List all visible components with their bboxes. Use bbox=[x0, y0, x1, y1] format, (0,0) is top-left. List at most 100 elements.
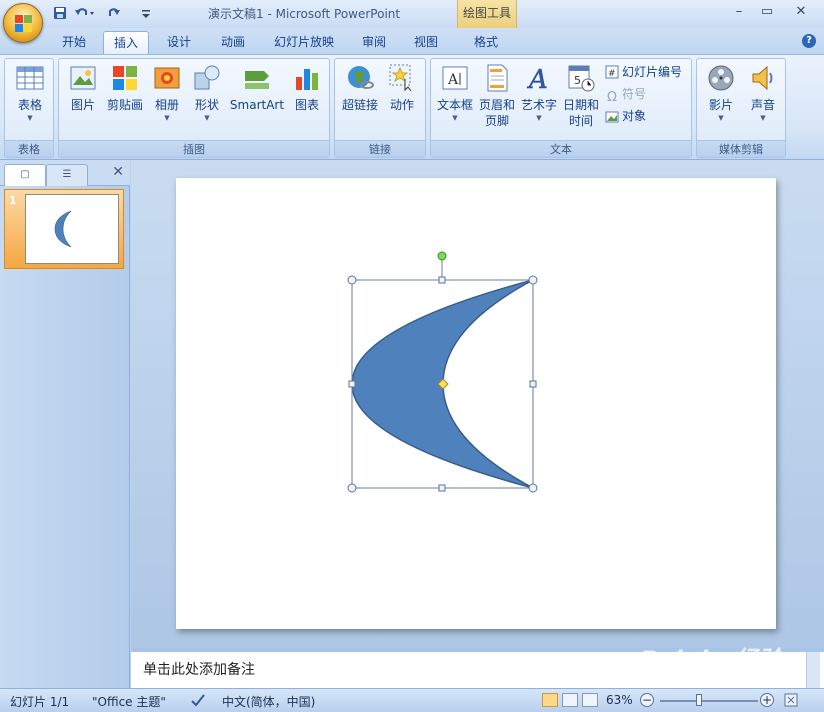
picture-button[interactable]: 图片 bbox=[65, 63, 101, 113]
object-button[interactable]: 对象 bbox=[605, 107, 646, 125]
spellcheck-icon[interactable] bbox=[190, 693, 206, 710]
rotation-handle[interactable] bbox=[437, 251, 447, 261]
slide-canvas[interactable] bbox=[176, 178, 776, 629]
group-media: 影片 ▼ 声音 ▼ 媒体剪辑 bbox=[696, 58, 786, 158]
zoom-level[interactable]: 63% bbox=[606, 693, 633, 707]
slide-number-button[interactable]: # 幻灯片编号 bbox=[605, 63, 682, 81]
zoom-out-button[interactable]: − bbox=[640, 693, 654, 707]
tab-home[interactable]: 开始 bbox=[52, 31, 96, 54]
resize-handle-w[interactable] bbox=[348, 380, 356, 388]
watermark-url: jingyan.baidu.com bbox=[690, 670, 792, 683]
speaker-icon bbox=[748, 63, 778, 93]
resize-handle-sw[interactable] bbox=[347, 483, 357, 493]
close-icon[interactable]: ✕ bbox=[112, 164, 124, 180]
zoom-in-button[interactable]: + bbox=[760, 693, 774, 707]
omega-icon: Ω bbox=[607, 90, 617, 105]
header-footer-icon bbox=[482, 63, 512, 93]
date-time-button[interactable]: 5 日期和 时间 bbox=[561, 63, 601, 129]
action-button[interactable]: 动作 bbox=[383, 63, 421, 113]
tab-slides[interactable]: ▢ bbox=[4, 164, 46, 186]
table-button[interactable]: 表格 ▼ bbox=[11, 63, 49, 123]
resize-handle-ne[interactable] bbox=[528, 275, 538, 285]
calendar-icon: 5 bbox=[566, 63, 596, 93]
hyperlink-button[interactable]: 超链接 bbox=[339, 63, 381, 113]
tab-design[interactable]: 设计 bbox=[156, 31, 202, 54]
wordart-button[interactable]: A 艺术字 ▼ bbox=[519, 63, 559, 123]
chevron-down-icon: ▼ bbox=[27, 114, 33, 122]
tab-view[interactable]: 视图 bbox=[404, 31, 448, 54]
header-footer-button[interactable]: 页眉和 页脚 bbox=[477, 63, 517, 129]
photo-album-button[interactable]: 相册 ▼ bbox=[149, 63, 185, 123]
slideshow-view-button[interactable] bbox=[582, 693, 598, 707]
customize-toolbar-icon[interactable] bbox=[138, 6, 154, 22]
movie-label: 影片 bbox=[708, 98, 733, 112]
group-illustrations: 图片 剪贴画 相册 ▼ 形状 ▼ SmartArt 图表 插图 bbox=[58, 58, 330, 158]
resize-handle-nw[interactable] bbox=[347, 275, 357, 285]
fit-to-window-icon[interactable] bbox=[784, 693, 798, 710]
maximize-button[interactable]: ▭ bbox=[754, 3, 780, 21]
tab-outline[interactable]: ☰ bbox=[46, 164, 88, 186]
shapes-icon bbox=[192, 63, 222, 93]
resize-handle-se[interactable] bbox=[528, 483, 538, 493]
group-table-label: 表格 bbox=[5, 140, 53, 157]
zoom-slider-track[interactable] bbox=[660, 700, 758, 702]
slides-icon: ▢ bbox=[20, 169, 30, 180]
group-text: A 文本框 ▼ 页眉和 页脚 A 艺术字 ▼ 5 日期和 时间 # 幻灯片编号 bbox=[430, 58, 692, 158]
tab-review[interactable]: 审阅 bbox=[352, 31, 396, 54]
redo-icon[interactable] bbox=[106, 6, 122, 22]
group-text-label: 文本 bbox=[431, 140, 691, 157]
resize-handle-n[interactable] bbox=[438, 276, 446, 284]
tab-format[interactable]: 格式 bbox=[463, 31, 509, 54]
tab-animations[interactable]: 动画 bbox=[210, 31, 256, 54]
save-icon[interactable] bbox=[52, 6, 68, 22]
slide-number-label: 幻灯片编号 bbox=[622, 65, 683, 79]
group-links: 超链接 动作 链接 bbox=[334, 58, 426, 158]
group-illustrations-label: 插图 bbox=[59, 140, 329, 157]
chevron-down-icon: ▼ bbox=[204, 114, 210, 122]
clipart-button[interactable]: 剪贴画 bbox=[105, 63, 145, 113]
slide-shapes bbox=[347, 251, 538, 493]
group-links-label: 链接 bbox=[335, 140, 425, 157]
shapes-button[interactable]: 形状 ▼ bbox=[189, 63, 225, 123]
normal-view-button[interactable] bbox=[542, 693, 558, 707]
tab-slideshow[interactable]: 幻灯片放映 bbox=[264, 31, 344, 54]
slide-counter: 幻灯片 1/1 bbox=[10, 695, 70, 709]
chart-button[interactable]: 图表 bbox=[289, 63, 325, 113]
slide-sorter-view-button[interactable] bbox=[562, 693, 578, 707]
photo-album-icon bbox=[152, 63, 182, 93]
outline-icon: ☰ bbox=[62, 169, 72, 180]
clipart-label: 剪贴画 bbox=[106, 98, 143, 112]
close-button[interactable]: ✕ bbox=[788, 3, 814, 21]
help-icon[interactable]: ? bbox=[802, 34, 816, 48]
symbol-button[interactable]: Ω 符号 bbox=[605, 85, 647, 105]
movie-button[interactable]: 影片 ▼ bbox=[701, 63, 741, 123]
tab-insert[interactable]: 插入 bbox=[103, 31, 149, 54]
smartart-button[interactable]: SmartArt bbox=[229, 63, 285, 113]
slide-editing-area bbox=[131, 160, 824, 648]
notes-placeholder: 单击此处添加备注 bbox=[143, 662, 255, 678]
resize-handle-s[interactable] bbox=[438, 484, 446, 492]
symbol-label: 符号 bbox=[622, 87, 647, 101]
picture-icon bbox=[68, 63, 98, 93]
language-indicator[interactable]: 中文(简体，中国) bbox=[222, 693, 315, 710]
photo-album-label: 相册 bbox=[154, 98, 179, 112]
group-media-label: 媒体剪辑 bbox=[697, 140, 785, 157]
chart-icon bbox=[292, 63, 322, 93]
action-star-icon bbox=[387, 63, 417, 93]
office-button[interactable] bbox=[3, 3, 43, 43]
shapes-label: 形状 bbox=[194, 98, 219, 112]
office-logo-icon bbox=[15, 15, 33, 33]
undo-icon[interactable] bbox=[72, 6, 98, 22]
textbox-button[interactable]: A 文本框 ▼ bbox=[435, 63, 475, 123]
smartart-icon bbox=[242, 63, 272, 93]
resize-handle-e[interactable] bbox=[529, 380, 537, 388]
slide-thumbnail[interactable]: 1 bbox=[4, 189, 124, 269]
zoom-slider-thumb[interactable] bbox=[696, 694, 703, 706]
notes-scrollbar[interactable] bbox=[806, 652, 820, 688]
wordart-label: 艺术字 bbox=[520, 98, 557, 112]
sound-button[interactable]: 声音 ▼ bbox=[743, 63, 783, 123]
film-reel-icon bbox=[706, 63, 736, 93]
minimize-button[interactable]: – bbox=[726, 3, 752, 21]
picture-label: 图片 bbox=[70, 98, 95, 112]
globe-icon bbox=[345, 63, 375, 93]
